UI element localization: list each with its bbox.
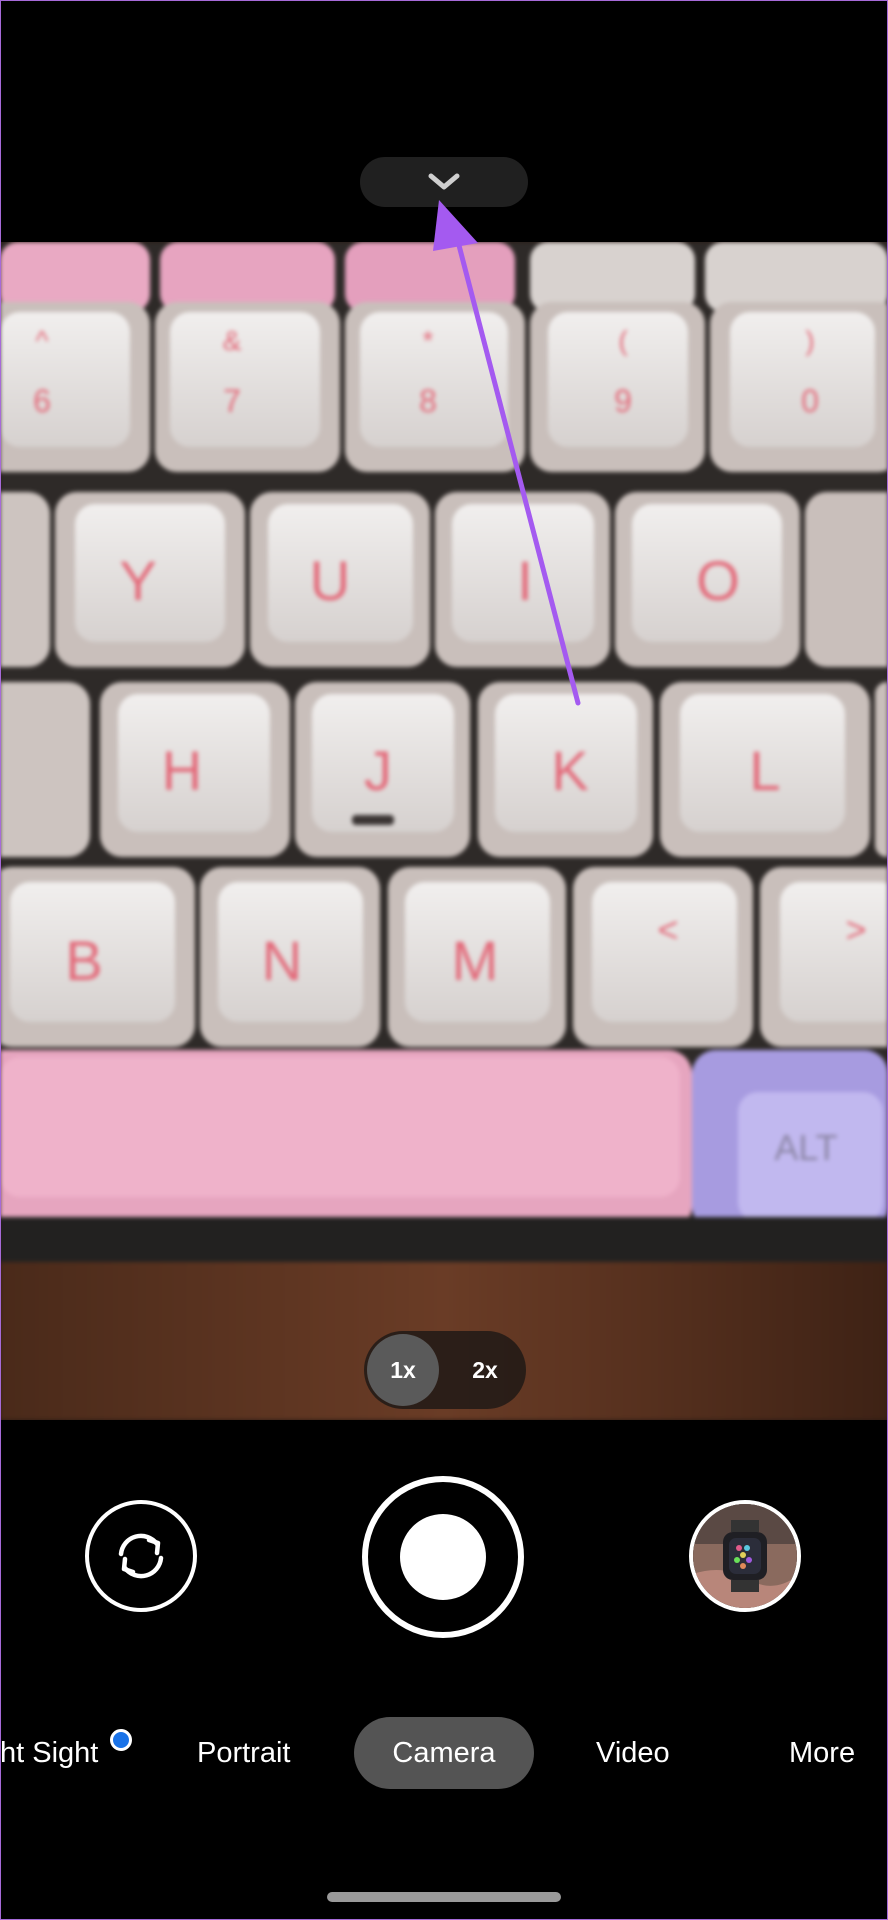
key-legend-alt: ALT [774,1127,837,1168]
keyboard-case [0,1217,888,1265]
keycap-row-bottom [0,1050,888,1230]
key-legend: 0 [801,383,819,419]
key-legend: L [749,739,780,802]
mode-camera[interactable]: Camera [354,1717,534,1789]
quick-settings-toggle[interactable] [360,157,528,207]
shutter-icon [400,1514,486,1600]
key-legend: ^ [35,325,48,356]
zoom-1x-button[interactable]: 1x [367,1334,439,1406]
key-legend: U [310,549,350,612]
key-legend: * [423,325,434,356]
key-legend: H [162,739,202,802]
key-legend: 9 [614,383,632,419]
key-legend: I [517,549,533,612]
home-indicator[interactable] [327,1892,561,1902]
key-legend: ( [618,325,628,356]
key-legend: B [65,929,102,992]
top-bar [0,0,888,242]
key-legend: < [657,909,678,950]
key-legend: 8 [419,383,437,419]
keycap-row-top [0,242,888,312]
key-legend: K [551,739,588,802]
mode-portrait[interactable]: Portrait [197,1717,290,1789]
viewfinder-preview: ^ 6 & 7 * 8 ( 9 ) 0 Y U I O H J K L B N … [0,242,888,1420]
new-feature-badge [110,1729,132,1751]
zoom-2x-button[interactable]: 2x [449,1334,521,1406]
gallery-preview-image [693,1504,797,1608]
key-legend: N [262,929,302,992]
key-legend: 7 [223,383,241,419]
key-legend: Y [119,549,156,612]
switch-camera-icon [118,1533,164,1579]
mode-more[interactable]: More [789,1717,855,1789]
mode-video[interactable]: Video [596,1717,670,1789]
key-legend: J [364,739,392,802]
key-legend: O [696,549,740,612]
chevron-down-icon [428,173,460,190]
camera-mode-tabs: ht Sight Portrait Camera Video More [0,1717,888,1789]
gallery-thumbnail[interactable] [689,1500,801,1612]
key-legend: > [845,909,866,950]
zoom-selector: 1x 2x [364,1331,526,1409]
key-legend: 6 [33,383,51,419]
key-legend: M [452,929,499,992]
key-legend: & [223,325,242,356]
shutter-button[interactable] [362,1476,524,1638]
switch-camera-button[interactable] [85,1500,197,1612]
mode-night-sight[interactable]: ht Sight [0,1717,98,1789]
key-legend: ) [805,325,814,356]
keycap-row-numbers [0,302,888,472]
camera-viewfinder[interactable]: ^ 6 & 7 * 8 ( 9 ) 0 Y U I O H J K L B N … [0,242,888,1420]
camera-controls: ht Sight Portrait Camera Video More [0,1420,888,1920]
